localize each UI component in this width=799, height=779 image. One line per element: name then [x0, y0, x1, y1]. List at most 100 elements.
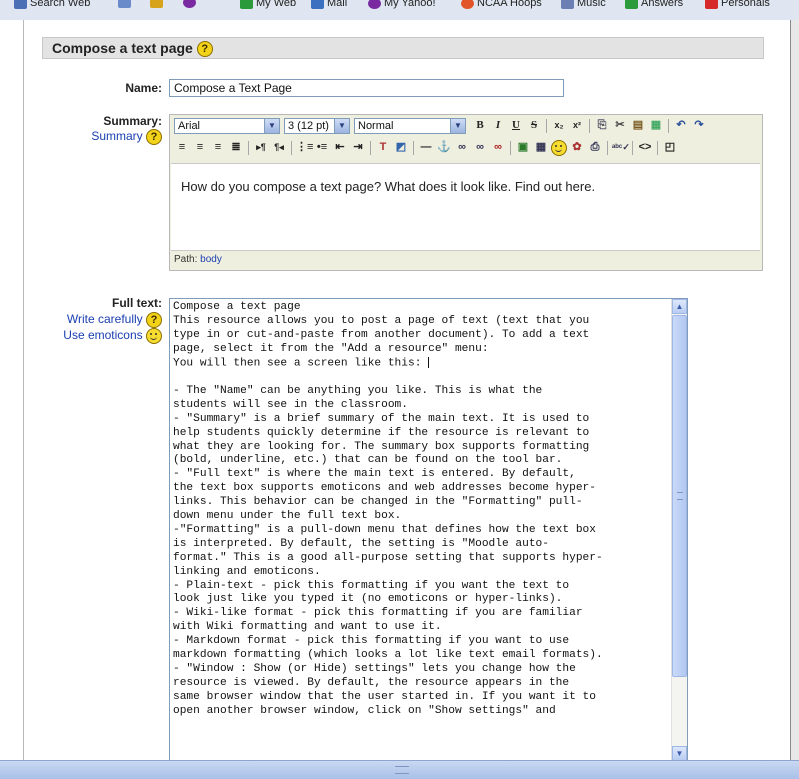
- bookmarks-toolbar: Search Web My Web Mail My Yahoo! NCAA Ho…: [0, 0, 799, 21]
- frame-left-border: [0, 20, 24, 760]
- help-icon[interactable]: ?: [196, 41, 213, 58]
- fulltext-label: Full text:: [112, 296, 162, 310]
- bookmark-personals[interactable]: Personals: [705, 0, 770, 9]
- size-select[interactable]: 3 (12 pt) ▼: [284, 118, 350, 134]
- mail-icon: [311, 0, 324, 9]
- justify-icon[interactable]: ≣: [228, 140, 244, 155]
- special-char-icon[interactable]: ✿: [569, 140, 585, 155]
- summary-text: How do you compose a text page? What doe…: [181, 179, 596, 194]
- ordered-list-icon[interactable]: ⋮≡: [296, 140, 313, 155]
- summary-edit-area[interactable]: How do you compose a text page? What doe…: [171, 163, 760, 251]
- toolbar-separator: [607, 141, 608, 155]
- grip-icon: [395, 766, 409, 774]
- strikethrough-button[interactable]: S: [526, 118, 542, 133]
- indent-icon[interactable]: ⇥: [350, 140, 366, 155]
- name-input[interactable]: Compose a Text Page: [169, 79, 564, 97]
- bold-button[interactable]: B: [472, 118, 488, 133]
- search-replace-icon[interactable]: ⎙: [587, 140, 603, 155]
- toolbar-separator: [657, 141, 658, 155]
- italic-button[interactable]: I: [490, 118, 506, 133]
- align-right-icon[interactable]: ≡: [210, 140, 226, 155]
- rtl-icon[interactable]: ¶◂: [271, 140, 287, 155]
- path-body-link[interactable]: body: [200, 254, 222, 265]
- html-source-icon[interactable]: <>: [637, 140, 653, 155]
- cut-icon[interactable]: ✂: [612, 118, 628, 133]
- table-icon[interactable]: ▦: [533, 140, 549, 155]
- redo-icon[interactable]: ↷: [691, 118, 707, 133]
- vertical-scrollbar[interactable]: ▲ ▼: [671, 299, 687, 761]
- font-select[interactable]: Arial ▼: [174, 118, 280, 134]
- basketball-icon: [461, 0, 474, 9]
- link-icon[interactable]: ∞: [454, 140, 470, 155]
- outdent-icon[interactable]: ⇤: [332, 140, 348, 155]
- scrollbar-thumb[interactable]: [672, 315, 687, 677]
- text-cursor: [428, 356, 430, 368]
- bookmark-search-web[interactable]: Search Web: [14, 0, 90, 9]
- bookmark-music[interactable]: Music: [561, 0, 606, 9]
- search-icon: [14, 0, 27, 9]
- summary-html-editor: Arial ▼ 3 (12 pt) ▼ Normal ▼ B I U S x₂ x² …: [169, 114, 763, 271]
- copy-icon[interactable]: ⎘: [594, 118, 610, 133]
- fulltext-textarea[interactable]: Compose a text page This resource allows…: [169, 298, 688, 762]
- chevron-down-icon: ▼: [334, 119, 349, 133]
- yahoo-icon: [183, 0, 196, 8]
- unordered-list-icon[interactable]: •≡: [314, 140, 330, 155]
- superscript-icon[interactable]: x²: [569, 118, 585, 133]
- subscript-icon[interactable]: x₂: [551, 118, 567, 133]
- bookmark-button[interactable]: [183, 0, 196, 8]
- name-label: Name:: [125, 81, 162, 95]
- toolbar-separator: [370, 141, 371, 155]
- bookmark-answers[interactable]: Answers: [625, 0, 683, 9]
- bookmark-my-web[interactable]: My Web: [240, 0, 296, 9]
- smiley-icon[interactable]: [146, 328, 162, 344]
- music-icon: [561, 0, 574, 9]
- paste-icon[interactable]: ▤: [630, 118, 646, 133]
- fullscreen-icon[interactable]: ◰: [662, 140, 678, 155]
- bookmark-mail[interactable]: Mail: [311, 0, 347, 9]
- smiley-icon: [551, 140, 567, 156]
- bookmark-ncaa-hoops[interactable]: NCAA Hoops: [461, 0, 542, 9]
- toolbar-separator: [546, 119, 547, 133]
- scroll-down-icon[interactable]: ▼: [672, 746, 687, 761]
- write-carefully-link[interactable]: Write carefully ?: [67, 312, 162, 328]
- format-select[interactable]: Normal ▼: [354, 118, 466, 134]
- help-icon[interactable]: ?: [146, 312, 162, 328]
- section-header: Compose a text page ?: [42, 37, 764, 59]
- image-icon[interactable]: ▣: [515, 140, 531, 155]
- anchor-icon[interactable]: ⚓: [436, 140, 452, 155]
- horizontal-scrollbar[interactable]: [0, 760, 799, 779]
- bookmark-button[interactable]: [118, 0, 131, 8]
- plus-icon: [240, 0, 253, 9]
- spellcheck-icon[interactable]: ᵃᵇᶜ✓: [612, 140, 630, 155]
- bookmark-button[interactable]: [150, 0, 163, 8]
- background-color-icon[interactable]: ◩: [393, 140, 409, 155]
- yahoo-icon: [368, 0, 381, 9]
- page-content: Compose a text page ? Name: Compose a Te…: [24, 20, 790, 762]
- underline-button[interactable]: U: [508, 118, 524, 133]
- heart-icon: [705, 0, 718, 9]
- nolink-icon[interactable]: ∞: [490, 140, 506, 155]
- bookmark-my-yahoo[interactable]: My Yahoo!: [368, 0, 436, 9]
- text-color-icon[interactable]: T: [375, 140, 391, 155]
- unlink-icon[interactable]: ∞: [472, 140, 488, 155]
- horizontal-rule-icon[interactable]: —: [418, 140, 434, 155]
- answers-icon: [625, 0, 638, 9]
- align-left-icon[interactable]: ≡: [174, 140, 190, 155]
- ltr-icon[interactable]: ▸¶: [253, 140, 269, 155]
- align-center-icon[interactable]: ≡: [192, 140, 208, 155]
- chevron-down-icon: ▼: [450, 119, 465, 133]
- use-emoticons-link[interactable]: Use emoticons: [63, 328, 162, 344]
- toolbar-separator: [291, 141, 292, 155]
- toolbar-separator: [248, 141, 249, 155]
- scroll-up-icon[interactable]: ▲: [672, 299, 687, 314]
- toolbar-separator: [668, 119, 669, 133]
- toolbar-separator: [413, 141, 414, 155]
- toolbar-separator: [510, 141, 511, 155]
- summary-help-link[interactable]: Summary ?: [91, 129, 162, 145]
- chevron-down-icon: ▼: [264, 119, 279, 133]
- smiley-icon[interactable]: [551, 140, 567, 156]
- help-icon[interactable]: ?: [146, 129, 162, 145]
- paste-word-icon[interactable]: ▦: [648, 118, 664, 133]
- summary-label: Summary:: [103, 114, 162, 128]
- undo-icon[interactable]: ↶: [673, 118, 689, 133]
